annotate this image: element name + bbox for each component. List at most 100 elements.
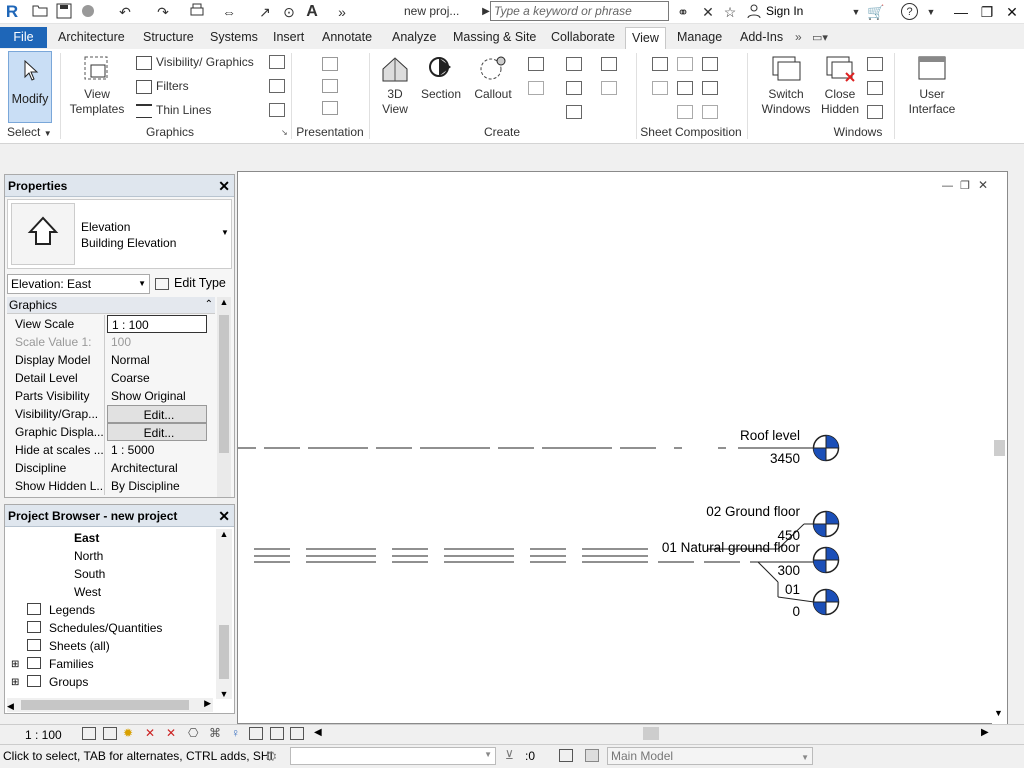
tree-item-schedules[interactable]: Schedules/Quantities	[49, 619, 162, 637]
browser-hscrollbar[interactable]: ◀ ▶	[7, 698, 213, 712]
measure-icon[interactable]: ⇔	[220, 3, 238, 21]
tab-add-ins[interactable]: Add-Ins	[734, 27, 789, 48]
tree-item-legends[interactable]: Legends	[49, 601, 95, 619]
render-cloud-icon[interactable]	[322, 79, 338, 93]
worksets-icon[interactable]: ⛭	[266, 748, 276, 764]
level-elevation-01[interactable]: 0	[738, 604, 800, 619]
graphics-section-header[interactable]: Graphics ⌃	[7, 297, 215, 314]
matchline-icon[interactable]	[702, 81, 718, 95]
restore-button[interactable]: ❐	[977, 2, 997, 22]
cascade-icon[interactable]	[867, 81, 883, 95]
revisions-icon[interactable]	[702, 57, 718, 71]
temp-hide-icon[interactable]: ⌘	[209, 726, 221, 740]
tab-massing-site[interactable]: Massing & Site	[447, 27, 542, 48]
graphics-tool-icon[interactable]	[269, 79, 285, 93]
type-selector[interactable]: Elevation Building Elevation ▼	[7, 199, 232, 269]
thin-lines-button[interactable]: Thin Lines	[136, 101, 211, 119]
minimize-button[interactable]: —	[951, 2, 971, 22]
view-templates-button[interactable]: View Templates	[66, 53, 128, 117]
redo-icon[interactable]: ↷	[154, 3, 172, 21]
select-dropdown[interactable]: Select ▼	[4, 125, 54, 139]
replicate-icon[interactable]	[867, 57, 883, 71]
drafting-view-icon[interactable]	[566, 57, 582, 71]
cart-icon[interactable]: 🛒	[867, 3, 885, 21]
viewports-icon[interactable]	[702, 105, 718, 119]
dimension-icon[interactable]: ↗	[256, 3, 274, 21]
property-value[interactable]: By Discipline	[107, 477, 207, 495]
drawing-canvas[interactable]: — ❐ ✕ Roof level 3450 02 Ground floor 45…	[237, 171, 1008, 724]
edit-button[interactable]: Edit...	[107, 423, 207, 441]
analytical-icon[interactable]	[270, 727, 284, 740]
communication-icon[interactable]: ✕	[699, 3, 717, 21]
sync-icon[interactable]	[79, 3, 97, 21]
tag-icon[interactable]: ⊙	[280, 3, 298, 21]
more-icon[interactable]: »	[333, 3, 351, 21]
temp-view-icon[interactable]	[249, 727, 263, 740]
tab-architecture[interactable]: Architecture	[52, 27, 131, 48]
design-option-dropdown[interactable]: Main Model ▼	[607, 747, 813, 765]
detail-level-icon[interactable]	[82, 727, 96, 740]
elevation-icon[interactable]	[528, 81, 544, 95]
property-value[interactable]: 1 : 100	[107, 315, 207, 333]
filters-button[interactable]: Filters	[136, 77, 189, 95]
property-value[interactable]: 1 : 5000	[107, 441, 207, 459]
open-icon[interactable]	[31, 3, 49, 21]
binoculars-icon[interactable]: ⚭	[674, 3, 692, 21]
tree-item-east[interactable]: East	[74, 529, 99, 547]
user-icon[interactable]	[745, 3, 763, 21]
save-icon[interactable]	[55, 3, 73, 21]
close-hidden-button[interactable]: Close Hidden	[816, 53, 864, 117]
level-elevation-01-natural[interactable]: 300	[738, 563, 800, 578]
help-icon[interactable]: ?	[901, 3, 918, 20]
search-input[interactable]: Type a keyword or phrase	[490, 1, 669, 21]
property-value[interactable]: Show Original	[107, 387, 207, 405]
chevron-down-icon[interactable]: ▼	[221, 228, 229, 237]
edit-button[interactable]: Edit...	[107, 405, 207, 423]
tabs-overflow-icon[interactable]: »	[795, 30, 802, 44]
graphics-tool-icon[interactable]	[269, 103, 285, 117]
shadows-icon[interactable]: ✕	[145, 726, 155, 740]
ribbon-minimize-icon[interactable]: ▭▾	[812, 31, 828, 44]
view-scale[interactable]: 1 : 100	[25, 728, 62, 742]
property-value[interactable]: 100	[107, 333, 207, 351]
print-icon[interactable]	[188, 3, 206, 21]
render-gallery-icon[interactable]	[322, 101, 338, 115]
tree-item-south[interactable]: South	[74, 565, 105, 583]
level-name-01-natural[interactable]: 01 Natural ground floor	[618, 540, 800, 555]
undo-icon[interactable]: ↶	[116, 3, 134, 21]
tab-manage[interactable]: Manage	[671, 27, 728, 48]
schedules-icon[interactable]	[601, 57, 617, 71]
close-button[interactable]: ✕	[1002, 2, 1022, 22]
user-interface-button[interactable]: User Interface	[900, 53, 964, 117]
section-button[interactable]: Section	[419, 53, 463, 102]
guide-grid-icon[interactable]	[677, 81, 693, 95]
tree-item-groups[interactable]: Groups	[49, 673, 88, 691]
filter-icon[interactable]: ⊻	[505, 748, 514, 762]
modify-button[interactable]: Modify	[8, 51, 52, 123]
tab-systems[interactable]: Systems	[204, 27, 264, 48]
workset-dropdown[interactable]: ▼	[290, 747, 496, 765]
render-icon[interactable]	[322, 57, 338, 71]
instance-selector[interactable]: Elevation: East ▼	[7, 274, 150, 294]
reveal-hidden-icon[interactable]: ♀	[231, 726, 240, 740]
property-value[interactable]: Coarse	[107, 369, 207, 387]
view-reference-icon[interactable]	[677, 105, 693, 119]
sign-in-link[interactable]: Sign In	[766, 4, 803, 18]
expand-icon[interactable]: ⊞	[11, 677, 19, 688]
visual-style-icon[interactable]	[103, 727, 117, 740]
text-icon[interactable]: A	[303, 3, 321, 21]
tab-insert[interactable]: Insert	[267, 27, 310, 48]
plan-views-icon[interactable]	[528, 57, 544, 71]
tab-collaborate[interactable]: Collaborate	[545, 27, 621, 48]
tree-item-sheets[interactable]: Sheets (all)	[49, 637, 110, 655]
app-icon[interactable]: R	[3, 3, 21, 21]
edit-type-button[interactable]: Edit Type	[155, 274, 226, 294]
tab-file[interactable]: File	[0, 27, 47, 48]
place-view-icon[interactable]	[652, 81, 668, 95]
property-value[interactable]: Normal	[107, 351, 207, 369]
tab-annotate[interactable]: Annotate	[316, 27, 378, 48]
design-options-icon[interactable]	[559, 749, 573, 762]
close-icon[interactable]: ✕	[218, 175, 230, 197]
tree-item-families[interactable]: Families	[49, 655, 94, 673]
scope-box-icon[interactable]	[601, 81, 617, 95]
